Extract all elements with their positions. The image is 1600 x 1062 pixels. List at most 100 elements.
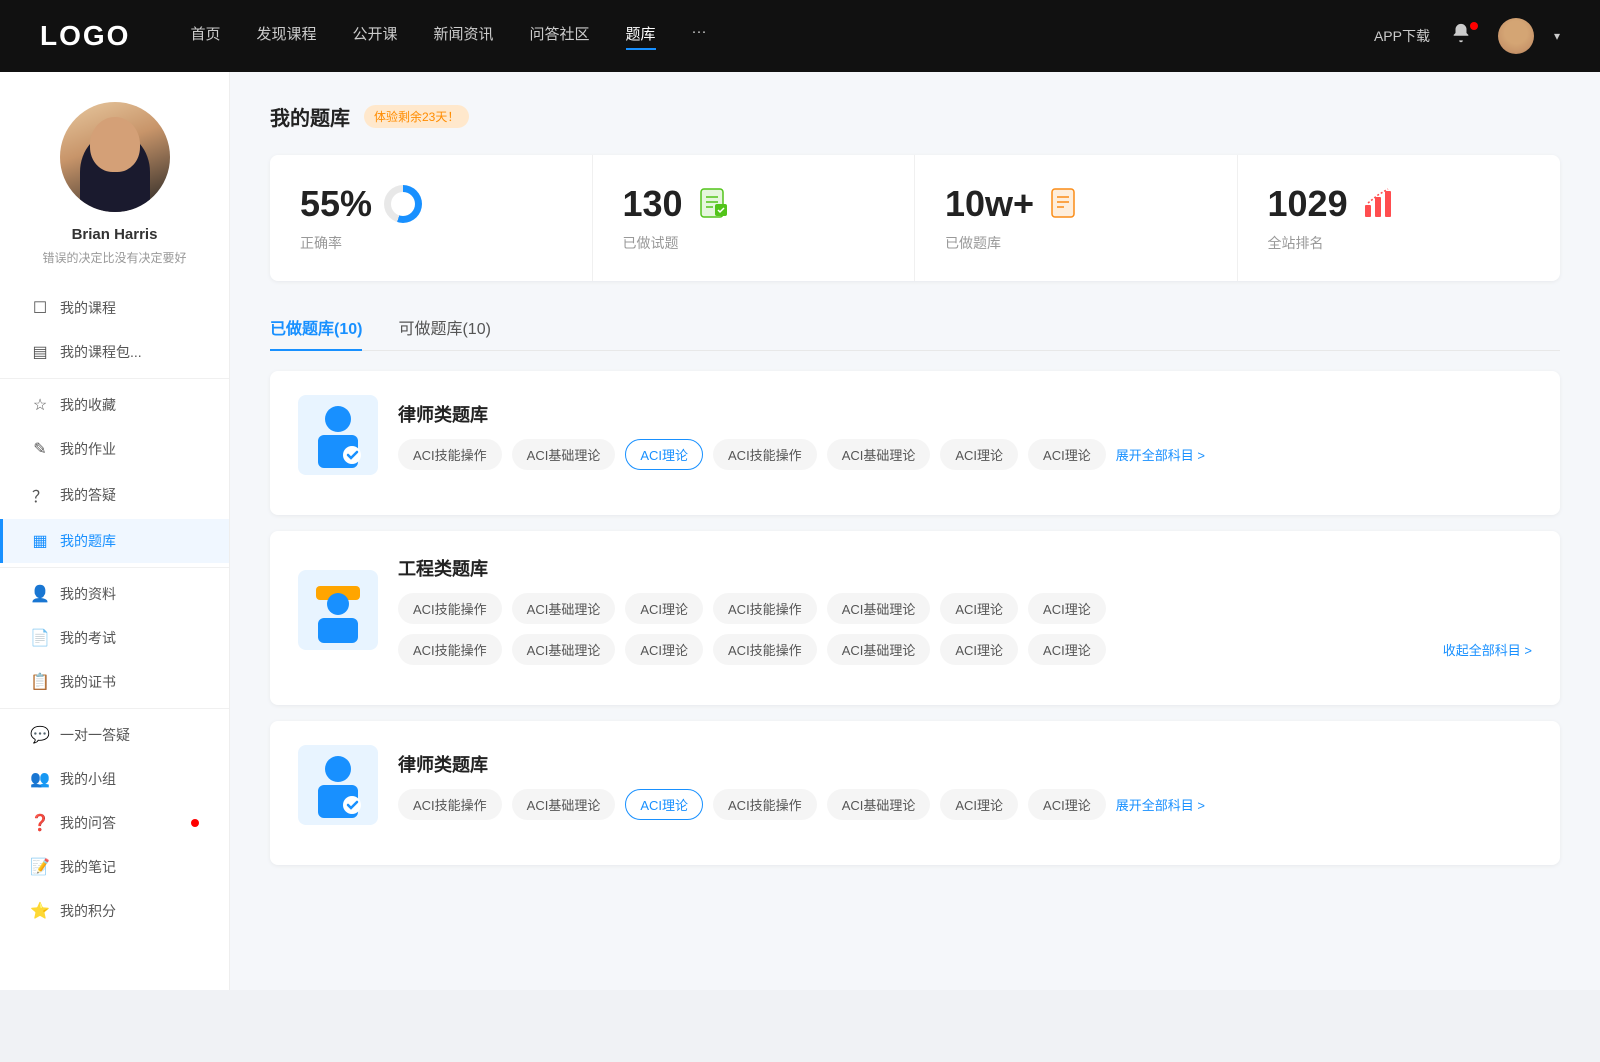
sidebar-item-label: 我的小组	[60, 769, 116, 789]
qbank-header-1: 律师类题库 ACI技能操作 ACI基础理论 ACI理论 ACI技能操作 ACI基…	[298, 395, 1532, 475]
sidebar: Brian Harris 错误的决定比没有决定要好 ☐ 我的课程 ▤ 我的课程包…	[0, 72, 230, 990]
qbank-name-2: 工程类题库	[398, 555, 1532, 581]
points-icon: ⭐	[30, 901, 50, 921]
sidebar-item-points[interactable]: ⭐ 我的积分	[0, 889, 229, 933]
engineer-figure-icon	[308, 578, 368, 643]
tab-done[interactable]: 已做题库(10)	[270, 305, 362, 351]
sidebar-item-label: 我的课程包...	[60, 342, 142, 362]
tag[interactable]: ACI基础理论	[512, 789, 616, 820]
tag[interactable]: ACI基础理论	[827, 789, 931, 820]
expand-link-3[interactable]: 展开全部科目 >	[1116, 795, 1205, 814]
stat-top-2: 130	[623, 183, 733, 225]
lawyer-figure-icon-2	[308, 753, 368, 818]
accuracy-value: 55%	[300, 183, 372, 225]
navbar-right: APP下载 ▾	[1374, 18, 1560, 54]
tag[interactable]: ACI基础理论	[512, 634, 616, 665]
tags-row-3: ACI技能操作 ACI基础理论 ACI理论 ACI技能操作 ACI基础理论 AC…	[398, 789, 1205, 820]
tag[interactable]: ACI理论	[1028, 789, 1106, 820]
sidebar-item-label: 一对一答疑	[60, 725, 130, 745]
sidebar-item-homework[interactable]: ✎ 我的作业	[0, 427, 229, 471]
my-qa-icon: ❓	[30, 813, 50, 833]
page-container: Brian Harris 错误的决定比没有决定要好 ☐ 我的课程 ▤ 我的课程包…	[0, 72, 1600, 990]
nav-more[interactable]: ···	[692, 23, 707, 50]
sidebar-item-favorites[interactable]: ☆ 我的收藏	[0, 383, 229, 427]
tab-available[interactable]: 可做题库(10)	[398, 305, 490, 351]
tag[interactable]: ACI理论	[625, 593, 703, 624]
avatar-face	[1498, 18, 1534, 54]
star-icon: ☆	[30, 395, 50, 415]
nav-home[interactable]: 首页	[190, 23, 220, 50]
navbar: LOGO 首页 发现课程 公开课 新闻资讯 问答社区 题库 ··· APP下载 …	[0, 0, 1600, 72]
sidebar-item-label: 我的笔记	[60, 857, 116, 877]
one-on-one-icon: 💬	[30, 725, 50, 745]
app-download[interactable]: APP下载	[1374, 26, 1430, 46]
tag[interactable]: ACI理论	[940, 634, 1018, 665]
sidebar-item-label: 我的题库	[60, 531, 116, 551]
stat-done-questions: 130 已做试题	[593, 155, 916, 281]
sidebar-avatar	[60, 102, 170, 212]
sidebar-item-my-courses[interactable]: ☐ 我的课程	[0, 286, 229, 330]
tag[interactable]: ACI基础理论	[512, 593, 616, 624]
tag-active[interactable]: ACI理论	[625, 439, 703, 470]
qbank-icon: ▦	[30, 531, 50, 551]
nav-discover[interactable]: 发现课程	[256, 23, 316, 50]
stats-row: 55% 正确率 130	[270, 155, 1560, 281]
nav-qbank[interactable]: 题库	[626, 23, 656, 50]
accuracy-donut-icon	[384, 185, 422, 223]
sidebar-divider-2	[0, 567, 229, 568]
tag[interactable]: ACI技能操作	[398, 634, 502, 665]
tag[interactable]: ACI技能操作	[398, 789, 502, 820]
notification-bell[interactable]	[1450, 22, 1478, 50]
tag[interactable]: ACI基础理论	[827, 593, 931, 624]
expand-link-1[interactable]: 展开全部科目 >	[1116, 445, 1205, 464]
sidebar-item-qbank[interactable]: ▦ 我的题库	[0, 519, 229, 563]
tag[interactable]: ACI理论	[940, 789, 1018, 820]
nav-qa[interactable]: 问答社区	[530, 23, 590, 50]
tag[interactable]: ACI理论	[1028, 593, 1106, 624]
tag[interactable]: ACI理论	[625, 634, 703, 665]
tag[interactable]: ACI理论	[1028, 439, 1106, 470]
sidebar-item-certificate[interactable]: 📋 我的证书	[0, 660, 229, 704]
tag[interactable]: ACI理论	[940, 593, 1018, 624]
stat-done-banks: 10w+ 已做题库	[915, 155, 1238, 281]
sidebar-item-profile[interactable]: 👤 我的资料	[0, 572, 229, 616]
avatar-image	[60, 102, 170, 212]
nav-open-course[interactable]: 公开课	[352, 23, 397, 50]
tag[interactable]: ACI理论	[1028, 634, 1106, 665]
nav-news[interactable]: 新闻资讯	[434, 23, 494, 50]
tag[interactable]: ACI技能操作	[713, 439, 817, 470]
notes-icon: 📝	[30, 857, 50, 877]
tag[interactable]: ACI基础理论	[512, 439, 616, 470]
sidebar-item-my-qa[interactable]: ❓ 我的问答	[0, 801, 229, 845]
sidebar-item-one-on-one[interactable]: 💬 一对一答疑	[0, 713, 229, 757]
tag[interactable]: ACI技能操作	[398, 593, 502, 624]
qbank-name-3: 律师类题库	[398, 751, 1205, 777]
sidebar-item-exam[interactable]: 📄 我的考试	[0, 616, 229, 660]
tag[interactable]: ACI技能操作	[713, 593, 817, 624]
stat-top: 55%	[300, 183, 422, 225]
tag[interactable]: ACI技能操作	[713, 634, 817, 665]
tag[interactable]: ACI基础理论	[827, 634, 931, 665]
logo[interactable]: LOGO	[40, 20, 130, 52]
lawyer-icon-wrap-1	[298, 395, 378, 475]
tag-active[interactable]: ACI理论	[625, 789, 703, 820]
sidebar-item-course-package[interactable]: ▤ 我的课程包...	[0, 330, 229, 374]
tag[interactable]: ACI技能操作	[713, 789, 817, 820]
sidebar-item-notes[interactable]: 📝 我的笔记	[0, 845, 229, 889]
tag[interactable]: ACI理论	[940, 439, 1018, 470]
sidebar-menu: ☐ 我的课程 ▤ 我的课程包... ☆ 我的收藏 ✎ 我的作业 ？ 我的答疑 ▦	[0, 286, 229, 933]
tag[interactable]: ACI基础理论	[827, 439, 931, 470]
certificate-icon: 📋	[30, 672, 50, 692]
sidebar-item-label: 我的资料	[60, 584, 116, 604]
stat-rank: 1029 全站排名	[1238, 155, 1561, 281]
qbank-header-2: 工程类题库 ACI技能操作 ACI基础理论 ACI理论 ACI技能操作 ACI基…	[298, 555, 1532, 665]
qbank-card-lawyer-2: 律师类题库 ACI技能操作 ACI基础理论 ACI理论 ACI技能操作 ACI基…	[270, 721, 1560, 865]
qbank-card-engineer: 工程类题库 ACI技能操作 ACI基础理论 ACI理论 ACI技能操作 ACI基…	[270, 531, 1560, 705]
user-menu-chevron[interactable]: ▾	[1554, 29, 1560, 43]
note-green-icon	[695, 185, 733, 223]
user-avatar[interactable]	[1498, 18, 1534, 54]
sidebar-item-qa[interactable]: ？ 我的答疑	[0, 471, 229, 519]
collapse-link[interactable]: 收起全部科目 >	[1443, 640, 1532, 659]
sidebar-item-group[interactable]: 👥 我的小组	[0, 757, 229, 801]
tag[interactable]: ACI技能操作	[398, 439, 502, 470]
